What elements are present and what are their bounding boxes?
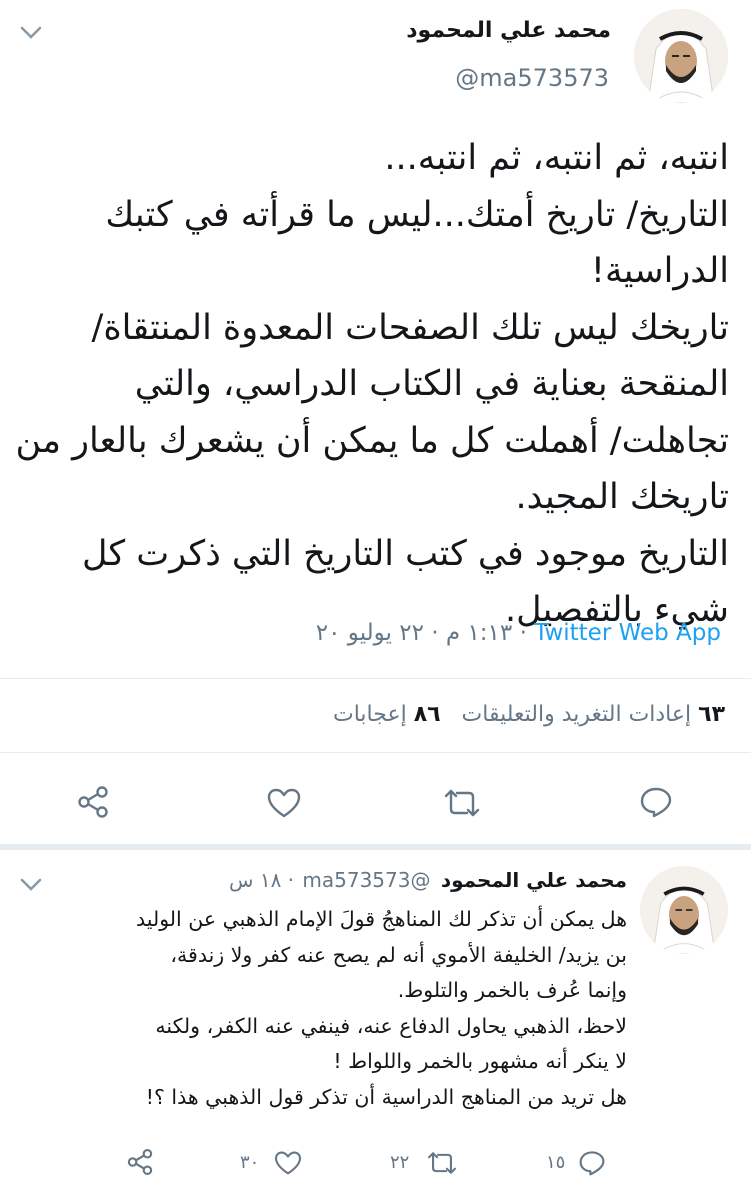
reply-line: وإنما عُرف بالخمر والتلوط. (397, 978, 627, 1002)
avatar-image (634, 9, 728, 103)
avatar[interactable] (640, 866, 728, 954)
tweet-stats: ٦٣ إعادات التغريد والتعليقات ٨٦ إعجابات (333, 702, 725, 727)
reply-count: ١٥ (546, 1152, 566, 1173)
retweet-icon[interactable] (443, 787, 481, 819)
tweet-line: انتبه، ثم انتبه، ثم انتبه... (384, 138, 729, 178)
reply-line: لا ينكر أنه مشهور بالخمر واللواط ! (333, 1049, 627, 1073)
tweet-line: تاريخك المجيد. (515, 477, 729, 517)
likes-count: ٨٦ (413, 702, 441, 727)
tweet-body: انتبه، ثم انتبه، ثم انتبه... التاريخ/ تا… (9, 130, 729, 639)
retweets-stat[interactable]: ٦٣ إعادات التغريد والتعليقات (455, 702, 725, 727)
likes-stat[interactable]: ٨٦ إعجابات (333, 702, 441, 727)
section-divider (0, 844, 751, 850)
avatar-image (640, 866, 728, 954)
tweet-line: التاريخ/ تاريخ أمتك...ليس ما قرأته في كت… (105, 194, 729, 235)
heart-icon[interactable] (267, 788, 301, 818)
heart-icon[interactable] (274, 1151, 302, 1175)
reply-handle[interactable]: @ma573573 (302, 868, 430, 892)
tweet-timestamp[interactable]: ١:١٣ م · ٢٢ يوليو ٢٠ · (316, 620, 527, 646)
reply-author-name[interactable]: محمد علي المحمود (441, 868, 627, 892)
retweet-icon[interactable] (426, 1150, 458, 1176)
reply-icon[interactable] (639, 786, 673, 818)
reply-line: لاحظ، الذهبي يحاول الدفاع عنه، فينفي عنه… (155, 1013, 627, 1038)
reply-icon[interactable] (578, 1150, 606, 1176)
author-name[interactable]: محمد علي المحمود (406, 18, 611, 43)
reply-time[interactable]: · ١٨ س (229, 868, 294, 892)
reply-line: هل يمكن أن تذكر لك المناهجُ قولَ الإمام … (136, 907, 627, 931)
tweet-line: تاريخك ليس تلك الصفحات المعدوة المنتقاة/ (91, 307, 729, 348)
tweet-line: تجاهلت/ أهملت كل ما يمكن أن يشعرك بالعار… (15, 420, 729, 461)
share-icon[interactable] (76, 785, 110, 819)
retweet-count: ٢٢ (390, 1152, 410, 1173)
retweets-label: إعادات التغريد والتعليقات (461, 702, 692, 727)
tweet-source-link[interactable]: Twitter Web App (534, 620, 721, 646)
likes-label: إعجابات (333, 702, 407, 727)
reply-line: بن يزيد/ الخليفة الأموي أنه لم يصح عنه ك… (170, 942, 627, 967)
chevron-down-icon[interactable] (20, 878, 42, 892)
tweet-line: الدراسية! (590, 251, 729, 291)
author-handle[interactable]: @ma573573 (455, 64, 609, 92)
avatar[interactable] (634, 9, 728, 103)
reply-header: محمد علي المحمود @ma573573 · ١٨ س (229, 868, 627, 892)
reply-line: هل تريد من المناهج الدراسية أن تذكر قول … (145, 1084, 627, 1109)
tweet-line: التاريخ موجود في كتب التاريخ التي ذكرت ك… (81, 533, 729, 574)
divider (0, 678, 751, 679)
retweets-count: ٦٣ (698, 702, 725, 727)
tweet-meta: ١:١٣ م · ٢٢ يوليو ٢٠ · Twitter Web App (316, 620, 725, 646)
chevron-down-icon[interactable] (20, 26, 42, 40)
like-count: ٣٠ (240, 1152, 260, 1173)
tweet-line: المنقحة بعناية في الكتاب الدراسي، والتي (134, 364, 729, 404)
reply-body: هل يمكن أن تذكر لك المناهجُ قولَ الإمام … (17, 902, 627, 1115)
share-icon[interactable] (126, 1148, 154, 1176)
divider (0, 752, 751, 753)
